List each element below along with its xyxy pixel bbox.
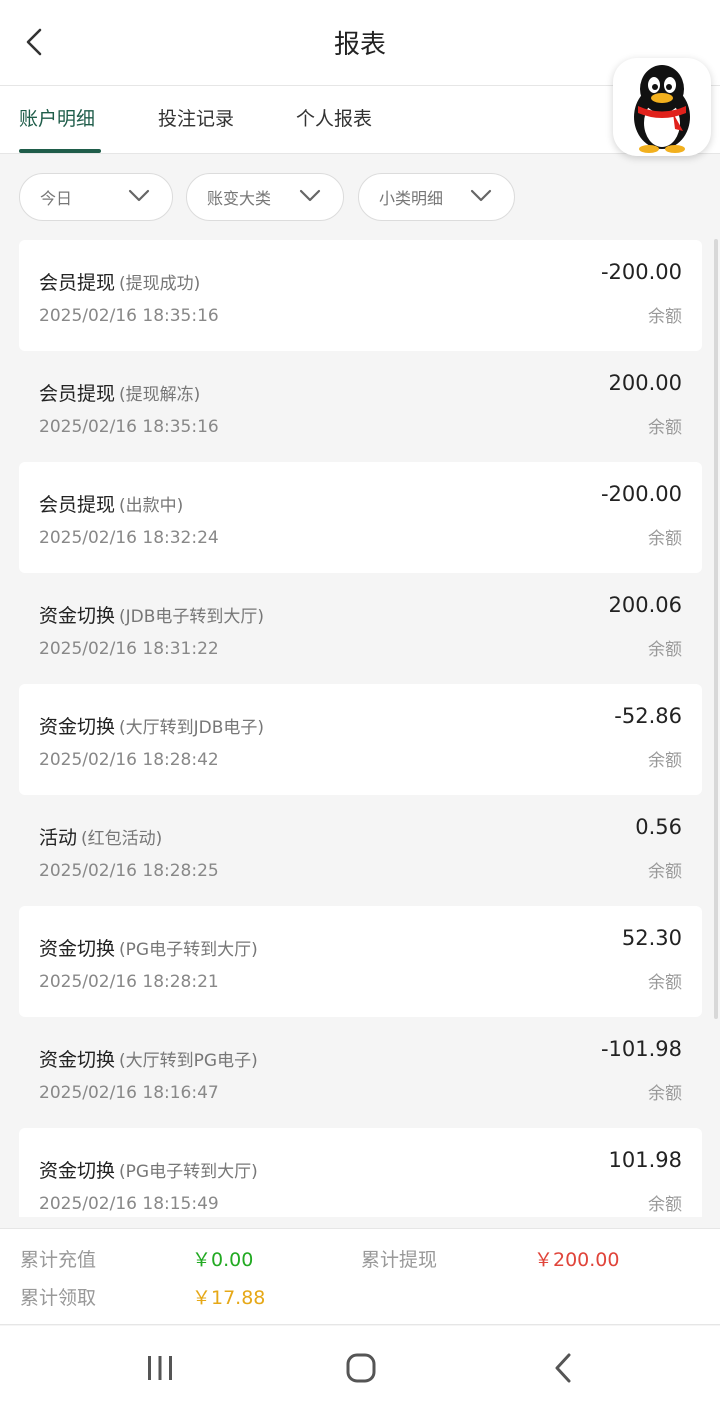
record-subtype: (PG电子转到大厅) [119,940,258,960]
home-icon [346,1353,376,1383]
total-withdraw-label: 累计提现 [361,1249,438,1271]
record-balance-label: 余额 [648,1084,682,1104]
recent-apps-button[interactable] [135,1346,185,1390]
record-amount: 200.00 [608,371,682,395]
list-item[interactable]: 资金切换 (大厅转到PG电子) 2025/02/16 18:16:47 -101.… [19,1017,702,1128]
list-item[interactable]: 资金切换 (PG电子转到大厅) 2025/02/16 18:28:21 52.30… [19,906,702,1017]
back-icon [555,1353,571,1383]
record-balance-label: 余额 [648,973,682,993]
recent-apps-icon [148,1356,172,1380]
filter-subcategory[interactable]: 小类明细 [358,173,515,221]
record-time: 2025/02/16 18:35:16 [39,306,219,326]
record-amount: -52.86 [614,704,682,728]
qq-floating-button[interactable] [613,58,711,156]
list-item[interactable]: 活动 (红包活动) 2025/02/16 18:28:25 0.56 余额 [19,795,702,906]
record-balance-label: 余额 [648,640,682,660]
record-balance-label: 余额 [648,862,682,882]
record-amount: 52.30 [621,926,682,950]
filter-major-category-label: 账变大类 [207,189,272,208]
record-time: 2025/02/16 18:35:16 [39,417,219,437]
record-title: 会员提现 (提现解冻) [39,383,201,405]
record-amount: 200.06 [608,593,682,617]
chevron-down-icon [299,189,321,202]
record-amount: -101.98 [600,1037,682,1061]
total-claimed-label: 累计领取 [20,1287,97,1309]
record-time: 2025/02/16 18:32:24 [39,528,219,548]
list-scrollbar[interactable] [714,239,718,1019]
record-subtype: (出款中) [119,496,184,516]
transaction-list[interactable]: 会员提现 (提现成功) 2025/02/16 18:35:16 -200.00 余… [0,239,720,1217]
record-subtype: (大厅转到JDB电子) [119,718,265,738]
record-subtype: (提现成功) [119,274,201,294]
page-title: 报表 [333,30,386,60]
record-title: 资金切换 (PG电子转到大厅) [39,938,258,960]
record-title: 资金切换 (大厅转到PG电子) [39,1049,258,1071]
app-header: 报表 [0,0,720,86]
list-item[interactable]: 会员提现 (提现成功) 2025/02/16 18:35:16 -200.00 余… [19,240,702,351]
total-recharge-label: 累计充值 [20,1249,97,1271]
filter-bar: 今日 账变大类 小类明细 [0,155,720,239]
record-time: 2025/02/16 18:16:47 [39,1083,219,1103]
record-subtype: (JDB电子转到大厅) [119,607,265,627]
record-balance-label: 余额 [648,529,682,549]
record-title: 资金切换 (大厅转到JDB电子) [39,716,265,738]
record-amount: 101.98 [608,1148,682,1172]
list-item[interactable]: 会员提现 (提现解冻) 2025/02/16 18:35:16 200.00 余额 [19,351,702,462]
list-item[interactable]: 资金切换 (PG电子转到大厅) 2025/02/16 18:15:49 101.9… [19,1128,702,1217]
tab-personal-report[interactable]: 个人报表 [296,86,372,154]
summary-panel: 累计充值 ￥0.00 累计提现 ￥200.00 累计领取 ￥17.88 [0,1228,720,1325]
record-time: 2025/02/16 18:31:22 [39,639,219,659]
list-item[interactable]: 资金切换 (大厅转到JDB电子) 2025/02/16 18:28:42 -52.… [19,684,702,795]
record-title: 资金切换 (PG电子转到大厅) [39,1160,258,1182]
total-withdraw-value: ￥200.00 [534,1249,620,1271]
chevron-down-icon [470,189,492,202]
list-item[interactable]: 会员提现 (出款中) 2025/02/16 18:32:24 -200.00 余额 [19,462,702,573]
record-subtype: (PG电子转到大厅) [119,1162,258,1182]
system-nav-bar [0,1326,720,1408]
total-claimed-value: ￥17.88 [192,1287,266,1309]
filter-date[interactable]: 今日 [19,173,173,221]
tab-bet-records[interactable]: 投注记录 [158,86,234,154]
record-subtype: (提现解冻) [119,385,201,405]
record-title: 活动 (红包活动) [39,827,163,849]
tab-account-details[interactable]: 账户明细 [19,86,95,154]
record-time: 2025/02/16 18:28:21 [39,972,219,992]
record-balance-label: 余额 [648,418,682,438]
active-tab-indicator [19,149,101,153]
filter-date-label: 今日 [40,189,73,208]
record-amount: -200.00 [600,482,682,506]
record-title: 资金切换 (JDB电子转到大厅) [39,605,265,627]
record-amount: -200.00 [600,260,682,284]
record-title: 会员提现 (提现成功) [39,272,201,294]
filter-major-category[interactable]: 账变大类 [186,173,344,221]
record-balance-label: 余额 [648,751,682,771]
list-item[interactable]: 资金切换 (JDB电子转到大厅) 2025/02/16 18:31:22 200.… [19,573,702,684]
record-title: 会员提现 (出款中) [39,494,184,516]
total-recharge-value: ￥0.00 [192,1249,254,1271]
record-time: 2025/02/16 18:15:49 [39,1194,219,1214]
chevron-down-icon [128,189,150,202]
record-subtype: (红包活动) [81,829,163,849]
system-back-button[interactable] [538,1346,588,1390]
home-button[interactable] [336,1346,386,1390]
record-balance-label: 余额 [648,1195,682,1215]
record-time: 2025/02/16 18:28:25 [39,861,219,881]
record-time: 2025/02/16 18:28:42 [39,750,219,770]
qq-penguin-icon [634,65,690,153]
tab-bar: 账户明细 投注记录 个人报表 [0,86,720,154]
record-amount: 0.56 [635,815,682,839]
filter-subcategory-label: 小类明细 [379,189,444,208]
record-balance-label: 余额 [648,307,682,327]
record-subtype: (大厅转到PG电子) [119,1051,258,1071]
